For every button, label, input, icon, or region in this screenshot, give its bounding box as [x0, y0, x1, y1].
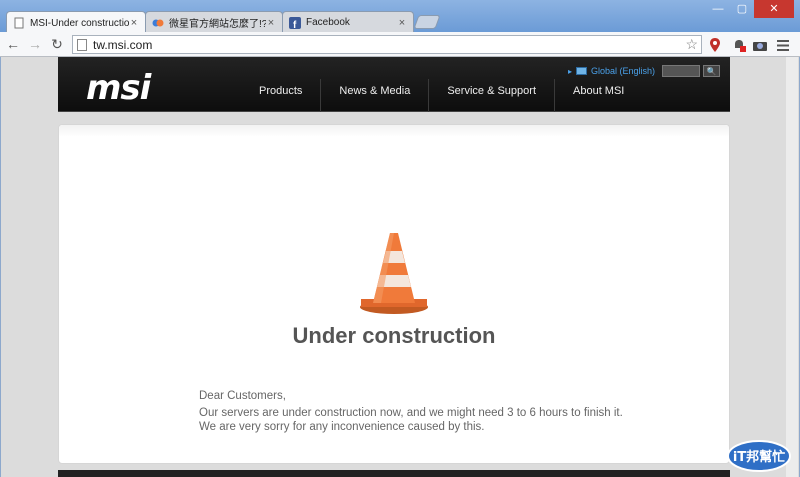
title-bar: MSI-Under construction × 微星官方網站怎麼了!? - i…: [0, 0, 800, 34]
facebook-icon: f: [289, 16, 301, 29]
notice-message: Dear Customers, Our servers are under co…: [199, 389, 623, 434]
bookmark-star-icon[interactable]: ☆: [685, 36, 698, 53]
minimize-button[interactable]: —: [706, 0, 730, 18]
close-tab-icon[interactable]: ×: [129, 17, 139, 29]
notice-line-1: Our servers are under construction now, …: [199, 407, 623, 419]
maximize-button[interactable]: ▢: [730, 0, 754, 18]
region-label: Global (English): [590, 66, 655, 76]
location-pin-icon[interactable]: [707, 37, 723, 53]
nav-about-msi[interactable]: About MSI: [554, 79, 642, 112]
nav-products[interactable]: Products: [241, 79, 320, 112]
nav-service-support[interactable]: Service & Support: [428, 79, 554, 112]
msi-logo[interactable]: msi: [86, 68, 151, 108]
reload-icon[interactable]: ↻: [48, 35, 66, 53]
close-tab-icon[interactable]: ×: [397, 17, 407, 29]
tab-ithome[interactable]: 微星官方網站怎麼了!? - iT ×: [145, 11, 283, 33]
arrow-icon: ▸: [567, 66, 572, 76]
traffic-cone-icon: [360, 233, 428, 314]
watermark-text: iT邦幫忙: [733, 449, 785, 465]
tab-title: Facebook: [306, 17, 350, 28]
tab-title: MSI-Under construction: [30, 17, 129, 29]
content-panel: Under construction Dear Customers, Our s…: [58, 124, 730, 464]
address-bar[interactable]: tw.msi.com ☆: [72, 35, 702, 54]
window-controls: — ▢ ✕: [706, 0, 794, 18]
menu-icon[interactable]: [775, 37, 791, 53]
main-nav: Products News & Media Service & Support …: [241, 79, 642, 112]
page-viewport: msi ▸ Global (English) 🔍 Products News &…: [0, 57, 800, 477]
msi-header: msi ▸ Global (English) 🔍 Products News &…: [58, 57, 730, 112]
page-icon: [14, 17, 24, 29]
back-icon[interactable]: ←: [4, 35, 22, 53]
browser-toolbar: ← → ↻ tw.msi.com ☆: [0, 32, 800, 57]
forward-icon[interactable]: →: [26, 35, 44, 53]
address-text: tw.msi.com: [93, 37, 153, 52]
nav-news-media[interactable]: News & Media: [320, 79, 428, 112]
ithelp-favicon-icon: [152, 19, 164, 26]
close-tab-icon[interactable]: ×: [266, 17, 276, 29]
search-input[interactable]: [662, 65, 700, 77]
page-heading: Under construction: [292, 323, 496, 348]
panel-shadow: [59, 125, 729, 137]
notification-bell-icon[interactable]: [731, 37, 747, 53]
tab-msi-under-construction[interactable]: MSI-Under construction ×: [6, 11, 146, 34]
close-window-button[interactable]: ✕: [754, 0, 794, 18]
globe-flag-icon: [575, 67, 587, 75]
search-icon[interactable]: 🔍: [703, 65, 720, 77]
region-selector[interactable]: ▸ Global (English): [568, 66, 655, 76]
new-tab-button[interactable]: [413, 15, 441, 29]
ithelp-watermark: iT邦幫忙: [727, 440, 791, 472]
scrollbar[interactable]: [786, 57, 798, 477]
footer-strip: [58, 470, 730, 477]
page-icon: [77, 38, 87, 51]
tab-facebook[interactable]: f Facebook ×: [282, 11, 414, 33]
greeting: Dear Customers,: [199, 390, 286, 402]
camera-extension-icon[interactable]: [752, 37, 768, 53]
tab-title: 微星官方網站怎麼了!? - iT: [169, 19, 266, 30]
notice-line-2: We are very sorry for any inconvenience …: [199, 421, 485, 433]
